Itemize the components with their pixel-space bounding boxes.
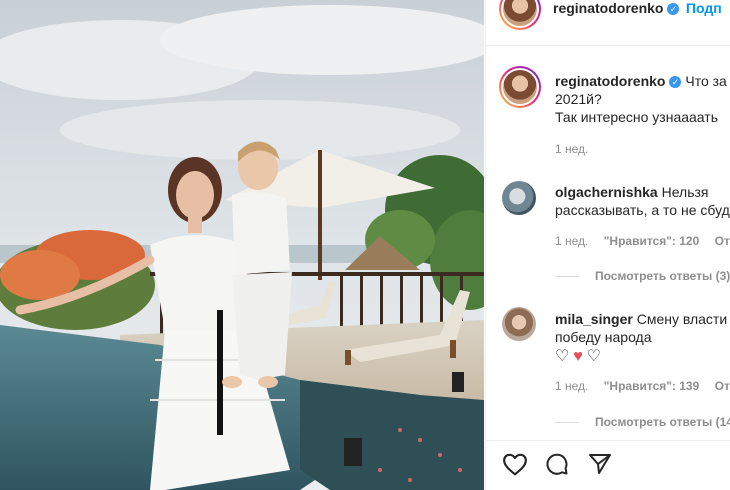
- caption-text-line2: 2021й?: [555, 91, 602, 107]
- comment-text-line1: Смену власти: [636, 311, 728, 327]
- comment-text-line2: рассказывать, а то не сбуд: [555, 202, 730, 218]
- verified-badge-icon: ✓: [669, 76, 682, 89]
- actions-divider: [486, 440, 730, 441]
- comment-avatar[interactable]: [502, 307, 536, 341]
- replies-dash: [555, 276, 579, 278]
- comment-time[interactable]: 1 нед.: [555, 234, 588, 248]
- caption-text-line3: Так интересно узнаааать: [555, 109, 718, 125]
- view-replies-button[interactable]: Посмотреть ответы (14: [555, 415, 730, 429]
- header-avatar[interactable]: [499, 0, 541, 30]
- replies-dash: [555, 422, 579, 424]
- white-heart-emoji: ♡: [555, 348, 570, 365]
- caption-username[interactable]: reginatodorenko: [555, 73, 665, 89]
- share-icon[interactable]: [587, 452, 613, 476]
- comment-text-line2: победу народа: [555, 329, 652, 345]
- post-image: [0, 0, 484, 490]
- comment-likes[interactable]: "Нравится": 120: [604, 234, 700, 248]
- caption-text-line1: Что за: [685, 73, 727, 89]
- view-replies-label: Посмотреть ответы (3): [595, 269, 730, 283]
- view-replies-button[interactable]: Посмотреть ответы (3): [555, 269, 730, 283]
- view-replies-label: Посмотреть ответы (14: [595, 415, 730, 429]
- header-username[interactable]: reginatodorenko: [553, 0, 663, 16]
- comment-username[interactable]: olgachernishka: [555, 184, 658, 200]
- comment-avatar[interactable]: [502, 181, 536, 215]
- white-heart-emoji: ♡: [586, 348, 601, 365]
- post-photo[interactable]: [0, 0, 484, 490]
- comment-username[interactable]: mila_singer: [555, 311, 633, 327]
- comment-time[interactable]: 1 нед.: [555, 379, 588, 393]
- post-sidebar: reginatodorenko ✓ Подп reginatodorenko ✓ Ч…: [485, 0, 730, 490]
- heart-icon[interactable]: [502, 452, 528, 476]
- comment-icon[interactable]: [544, 452, 570, 476]
- comment-text-line1: Нельзя: [661, 184, 709, 200]
- verified-badge-icon: ✓: [667, 2, 680, 15]
- comment-likes[interactable]: "Нравится": 139: [604, 379, 700, 393]
- red-heart-emoji: ♥: [573, 348, 583, 365]
- follow-button[interactable]: Подп: [686, 0, 722, 16]
- comment-reply-button[interactable]: Отв: [715, 234, 730, 248]
- comment-reply-button[interactable]: Отв: [715, 379, 730, 393]
- header-divider: [486, 45, 730, 46]
- caption-time[interactable]: 1 нед.: [555, 142, 588, 156]
- caption-avatar[interactable]: [499, 66, 541, 108]
